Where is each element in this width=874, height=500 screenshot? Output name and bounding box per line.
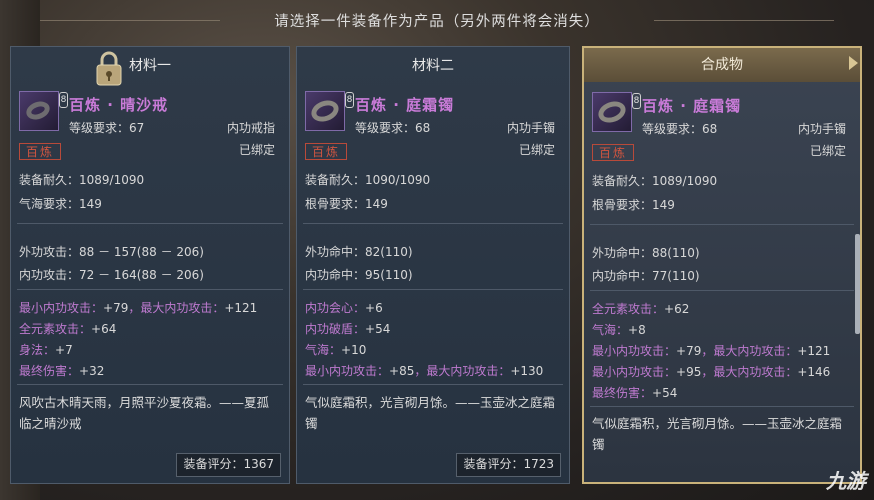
dialog-title: 请选择一件装备作为产品（另外两件将会消失）	[274, 14, 600, 30]
bonus-line: 身法：+7	[19, 343, 73, 357]
divider	[303, 223, 563, 224]
divider	[303, 289, 563, 290]
ring-item-icon	[19, 91, 59, 131]
item-name: 百炼 · 晴沙戒	[69, 96, 169, 114]
divider	[303, 384, 563, 385]
bracelet-item-icon	[592, 92, 632, 132]
material-two-panel[interactable]: 材料二 8 百炼 · 庭霜镯 等级要求：68 内功手镯 百炼 已绑定 装备耐久：…	[296, 46, 570, 484]
watermark-logo: 九游	[826, 469, 866, 493]
panel-title: 合成物	[584, 48, 860, 82]
item-name: 百炼 · 庭霜镯	[642, 97, 742, 115]
stat-line: 内功命中：77(110)	[592, 269, 700, 283]
attribute-requirement: 根骨要求：149	[305, 197, 388, 211]
level-requirement: 等级要求：67	[69, 121, 145, 135]
divider	[17, 384, 283, 385]
bonus-line: 全元素攻击：+64	[19, 322, 117, 336]
bonus-line: 内功破盾：+54	[305, 322, 391, 336]
selected-arrow-icon	[849, 56, 858, 70]
scrollbar[interactable]	[855, 234, 860, 334]
stat-line: 外功命中：88(110)	[592, 246, 700, 260]
item-name: 百炼 · 庭霜镯	[355, 96, 455, 114]
panel-title: 材料一	[129, 58, 171, 74]
bonus-line: 最终伤害：+32	[19, 364, 105, 378]
material-one-panel[interactable]: 材料一 8 百炼 · 晴沙戒 等级要求：67 内功戒指 百炼 已绑定 装备耐久：…	[10, 46, 290, 484]
equipment-score: 装备评分：1367	[176, 453, 281, 477]
product-panel[interactable]: 合成物 8 百炼 · 庭霜镯 等级要求：68 内功手镯 百炼 已绑定 装备耐久：…	[582, 46, 862, 484]
equipment-score: 装备评分：1723	[456, 453, 561, 477]
bracelet-item-icon	[305, 91, 345, 131]
quality-stamp: 百炼	[19, 143, 61, 160]
level-requirement: 等级要求：68	[355, 121, 431, 135]
stat-line: 外功命中：82(110)	[305, 245, 413, 259]
item-badge: 8	[59, 92, 68, 108]
bound-status: 已绑定	[238, 143, 275, 157]
divider	[590, 290, 854, 291]
divider	[590, 406, 854, 407]
stat-line: 内功命中：95(110)	[305, 268, 413, 282]
attribute-requirement: 气海要求：149	[19, 197, 102, 211]
flavor-text: 气似庭霜积，光言砌月馀。——玉壶冰之庭霜镯	[305, 395, 556, 431]
item-type: 内功手镯	[797, 122, 846, 136]
durability: 装备耐久：1090/1090	[305, 173, 431, 187]
quality-stamp: 百炼	[592, 144, 634, 161]
bonus-line: 气海：+8	[592, 323, 646, 337]
bound-status: 已绑定	[518, 143, 555, 157]
durability: 装备耐久：1089/1090	[592, 174, 718, 188]
stat-line: 外功攻击：88 － 157(88 － 206)	[19, 245, 204, 259]
item-badge: 8	[632, 93, 641, 109]
divider	[590, 224, 854, 225]
dialog-header: 请选择一件装备作为产品（另外两件将会消失）	[0, 0, 874, 44]
bonus-line: 最小内功攻击：+79，最大内功攻击：+121	[592, 344, 831, 358]
bonus-line: 最终伤害：+54	[592, 386, 678, 400]
level-requirement: 等级要求：68	[642, 122, 718, 136]
attribute-requirement: 根骨要求：149	[592, 198, 675, 212]
divider	[17, 223, 283, 224]
flavor-text: 气似庭霜积，光言砌月馀。——玉壶冰之庭霜镯	[592, 416, 843, 452]
bonus-line: 气海：+10	[305, 343, 367, 357]
flavor-text: 风吹古木晴天雨，月照平沙夏夜霜。——夏孤临之晴沙戒	[19, 395, 270, 431]
bonus-line: 最小内功攻击：+95，最大内功攻击：+146	[592, 365, 831, 379]
bound-status: 已绑定	[809, 144, 846, 158]
item-type: 内功戒指	[226, 121, 275, 135]
divider	[17, 289, 283, 290]
durability: 装备耐久：1089/1090	[19, 173, 145, 187]
bonus-line: 全元素攻击：+62	[592, 302, 690, 316]
bonus-line: 内功会心：+6	[305, 301, 383, 315]
quality-stamp: 百炼	[305, 143, 347, 160]
item-type: 内功手镯	[506, 121, 555, 135]
item-badge: 8	[345, 92, 354, 108]
bonus-line: 最小内功攻击：+85，最大内功攻击：+130	[305, 364, 544, 378]
stat-line: 内功攻击：72 － 164(88 － 206)	[19, 268, 204, 282]
panel-title: 材料二	[412, 58, 454, 74]
bonus-line: 最小内功攻击：+79，最大内功攻击：+121	[19, 301, 258, 315]
